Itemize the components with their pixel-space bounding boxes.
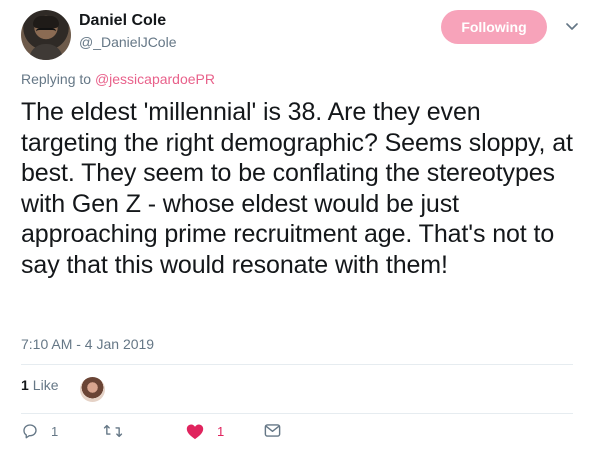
- divider-bottom: [21, 413, 573, 414]
- heart-icon: [186, 424, 204, 440]
- message-icon: [264, 424, 281, 437]
- following-button[interactable]: Following: [441, 10, 547, 44]
- author-handle[interactable]: @_DanielJCole: [79, 34, 176, 50]
- replying-to-handle-link[interactable]: @jessicapardoePR: [95, 71, 215, 87]
- likes-summary[interactable]: 1 Like: [21, 377, 58, 393]
- tweet-actions: 1 1: [21, 422, 321, 446]
- liker-avatar[interactable]: [80, 377, 105, 402]
- avatar-hair: [33, 16, 59, 28]
- like-action[interactable]: 1: [185, 422, 224, 440]
- author-avatar[interactable]: [21, 10, 71, 60]
- reply-action[interactable]: 1: [21, 422, 58, 440]
- replying-to-label: Replying to: [21, 71, 92, 87]
- likes-count: 1: [21, 377, 29, 393]
- likes-label: Like: [32, 377, 59, 393]
- divider-top: [21, 364, 573, 365]
- retweet-icon: [103, 424, 123, 438]
- avatar-shirt: [29, 44, 63, 60]
- author-name[interactable]: Daniel Cole: [79, 12, 166, 30]
- tweet-text: The eldest 'millennial' is 38. Are they …: [21, 98, 573, 279]
- reply-count: 1: [51, 423, 59, 439]
- direct-message-action[interactable]: [263, 422, 282, 439]
- replying-to: Replying to @jessicapardoePR: [21, 71, 215, 87]
- like-count: 1: [217, 423, 225, 439]
- chevron-down-icon[interactable]: [564, 18, 580, 34]
- avatar-glasses: [36, 28, 56, 35]
- reply-icon: [23, 424, 37, 439]
- tweet-timestamp[interactable]: 7:10 AM - 4 Jan 2019: [21, 336, 154, 352]
- retweet-action[interactable]: [103, 422, 135, 440]
